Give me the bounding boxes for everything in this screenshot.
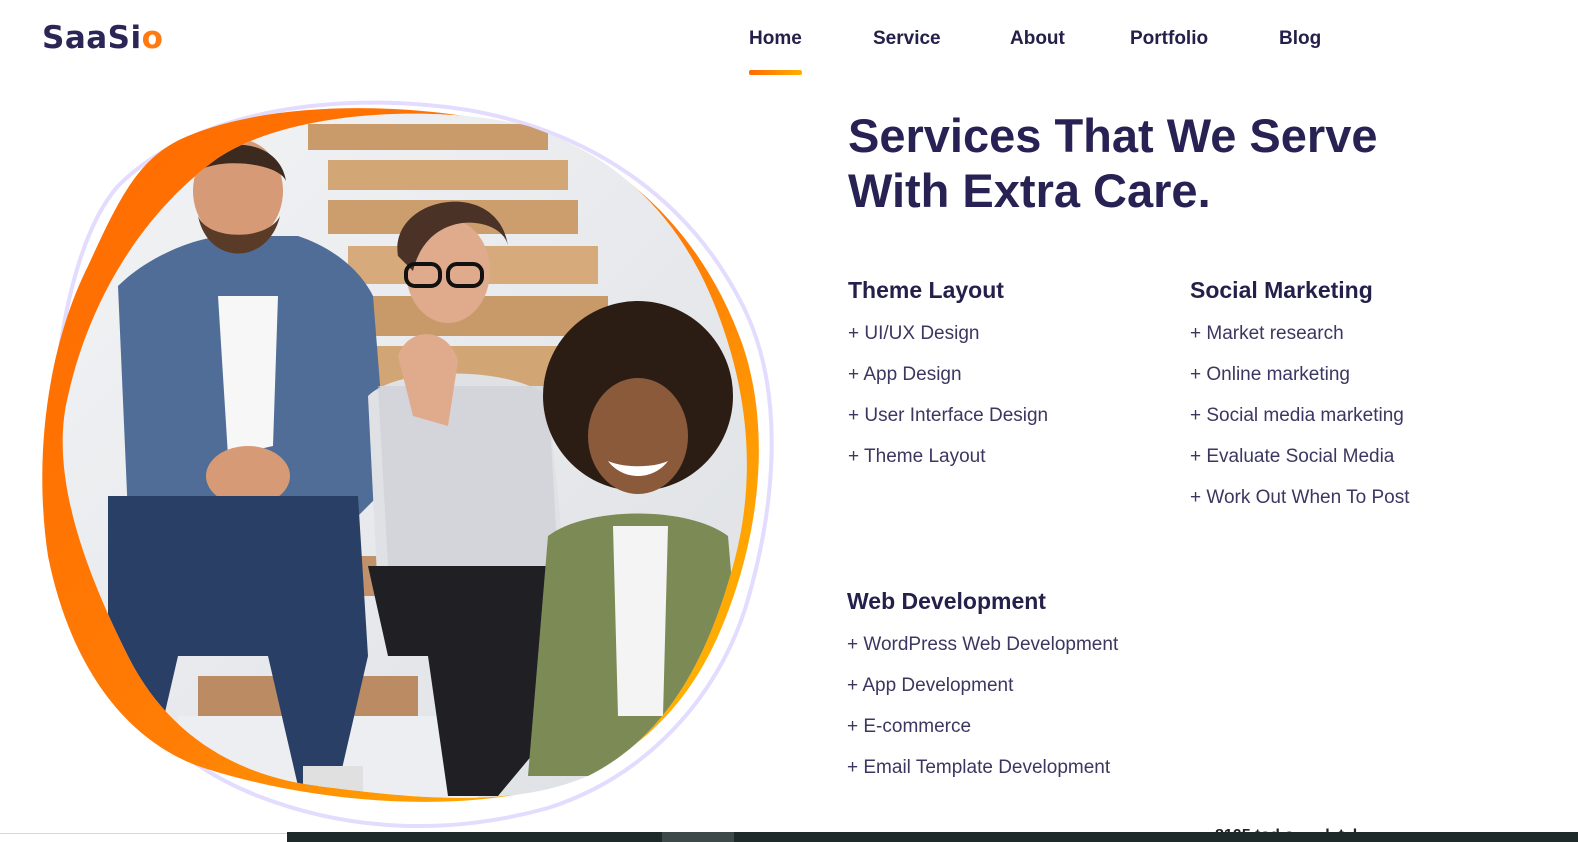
footer-divider — [0, 833, 287, 834]
service-group-web-development: Web Development + WordPress Web Developm… — [847, 588, 1118, 797]
service-item[interactable]: + User Interface Design — [848, 404, 1048, 445]
footer-strip — [287, 832, 1578, 842]
service-item[interactable]: + Social media marketing — [1190, 404, 1409, 445]
service-list-web-development: + WordPress Web Development + App Develo… — [847, 633, 1118, 797]
service-item[interactable]: + UI/UX Design — [848, 322, 1048, 363]
nav-portfolio[interactable]: Portfolio — [1130, 28, 1208, 50]
section-heading: Services That We Serve With Extra Care. — [848, 108, 1488, 218]
brand-logo[interactable]: SaaSio — [42, 20, 163, 56]
group-title-theme-layout: Theme Layout — [848, 277, 1004, 303]
nav-service[interactable]: Service — [873, 28, 941, 50]
footer-cut-text: 8105 tod o ... ..l..t..l — [1215, 826, 1357, 832]
service-item[interactable]: + Online marketing — [1190, 363, 1409, 404]
group-title-web-development: Web Development — [847, 588, 1046, 614]
heading-line-2: With Extra Care. — [848, 164, 1211, 217]
service-item[interactable]: + App Design — [848, 363, 1048, 404]
service-group-social-marketing: Social Marketing + Market research + Onl… — [1190, 277, 1409, 527]
team-photo-illustration — [42, 100, 774, 829]
service-item[interactable]: + WordPress Web Development — [847, 633, 1118, 674]
nav-blog[interactable]: Blog — [1279, 28, 1321, 50]
nav-home[interactable]: Home — [749, 28, 802, 75]
service-item[interactable]: + App Development — [847, 674, 1118, 715]
nav-about-label: About — [1010, 28, 1065, 49]
footer-strip-segment — [662, 832, 734, 842]
service-list-theme-layout: + UI/UX Design + App Design + User Inter… — [848, 322, 1048, 486]
logo-accent-text: o — [141, 20, 164, 56]
nav-service-label: Service — [873, 28, 941, 49]
nav-portfolio-label: Portfolio — [1130, 28, 1209, 49]
group-title-social-marketing: Social Marketing — [1190, 277, 1373, 303]
heading-line-1: Services That We Serve — [848, 109, 1378, 162]
service-list-social-marketing: + Market research + Online marketing + S… — [1190, 322, 1409, 527]
service-group-theme-layout: Theme Layout + UI/UX Design + App Design… — [848, 277, 1048, 486]
hero-image — [28, 96, 788, 836]
service-item[interactable]: + Evaluate Social Media — [1190, 445, 1409, 486]
service-item[interactable]: + Theme Layout — [848, 445, 1048, 486]
service-item[interactable]: + Market research — [1190, 322, 1409, 363]
service-item[interactable]: + Work Out When To Post — [1190, 486, 1409, 527]
nav-about[interactable]: About — [1010, 28, 1065, 50]
nav-active-indicator — [749, 70, 802, 75]
nav-blog-label: Blog — [1279, 28, 1322, 49]
service-item[interactable]: + Email Template Development — [847, 756, 1118, 797]
logo-main-text: SaaSi — [42, 20, 142, 56]
nav-home-label: Home — [749, 28, 802, 49]
service-item[interactable]: + E-commerce — [847, 715, 1118, 756]
